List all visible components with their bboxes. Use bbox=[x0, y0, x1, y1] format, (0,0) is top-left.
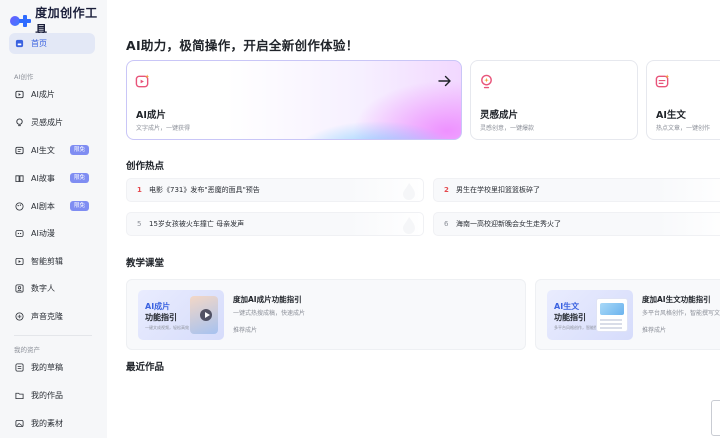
flame-icon bbox=[403, 217, 415, 234]
text-spark-icon bbox=[15, 146, 24, 155]
sidebar-item-my-works[interactable]: 我的作品 bbox=[9, 385, 95, 406]
hot-item[interactable]: 2 男生在学校里扣篮篮板碎了 bbox=[433, 178, 720, 202]
hot-rank: 5 bbox=[137, 220, 142, 228]
palette-icon bbox=[15, 202, 24, 211]
feature-card-ai-text[interactable]: AI生文 热点文章，一键创作 bbox=[646, 60, 720, 140]
play-icon[interactable] bbox=[200, 309, 212, 321]
sidebar-item-label: AI成片 bbox=[31, 90, 55, 99]
hot-item[interactable]: 5 15岁女孩被火车撞亡 母亲发声 bbox=[126, 212, 424, 236]
feature-card-inspiration-video[interactable]: 灵感成片 灵感创意，一键爆款 bbox=[470, 60, 638, 140]
sidebar: 度加创作工具 首页 AI创作 AI成片 灵感成片 AI生文 限免 AI故事 限免… bbox=[0, 0, 107, 438]
hot-rank: 6 bbox=[444, 220, 449, 228]
sidebar-item-ai-text[interactable]: AI生文 限免 bbox=[9, 140, 95, 161]
free-badge: 限免 bbox=[69, 145, 89, 155]
anime-icon bbox=[15, 229, 24, 238]
feature-card-title: AI生文 bbox=[656, 110, 686, 121]
sidebar-item-inspiration-video[interactable]: 灵感成片 bbox=[9, 112, 95, 133]
sidebar-item-label: AI动漫 bbox=[31, 229, 55, 238]
sidebar-section-assets-label: 我的资产 bbox=[14, 346, 40, 354]
hot-item-text: 海南一高校迎新晚会女生走秀火了 bbox=[456, 220, 561, 228]
sidebar-item-ai-anime[interactable]: AI动漫 bbox=[9, 223, 95, 244]
sidebar-item-smart-edit[interactable]: 智能剪辑 bbox=[9, 251, 95, 272]
book-icon bbox=[15, 174, 24, 183]
sidebar-item-ai-story[interactable]: AI故事 限免 bbox=[9, 168, 95, 189]
course-section-title: 教学课堂 bbox=[126, 258, 165, 269]
course-tag: 推荐成片 bbox=[642, 327, 667, 334]
logo-mark-icon bbox=[10, 15, 31, 27]
hot-item-text: 电影《731》发布"恶魔的面具"预告 bbox=[149, 186, 260, 194]
sidebar-item-home[interactable]: 首页 bbox=[9, 33, 95, 54]
phone-outline-icon[interactable] bbox=[711, 400, 720, 436]
sidebar-item-label: 数字人 bbox=[31, 284, 55, 293]
thumb-document-illustration bbox=[596, 298, 628, 332]
sidebar-item-label: 智能剪辑 bbox=[31, 257, 63, 266]
sidebar-item-digital-human[interactable]: 数字人 bbox=[9, 278, 95, 299]
hot-item-text: 男生在学校里扣篮篮板碎了 bbox=[456, 186, 540, 194]
course-subtitle: 一键式热搜成稿，快速成片 bbox=[233, 310, 306, 317]
course-subtitle: 多平台风格创作，智能撰写文章 bbox=[642, 310, 720, 317]
free-badge: 限免 bbox=[69, 173, 89, 183]
sidebar-item-label: 首页 bbox=[31, 39, 47, 48]
avatar-icon bbox=[15, 284, 24, 293]
sidebar-item-label: 灵感成片 bbox=[31, 118, 63, 127]
thumb-line3: 一键文成视频，轻松高效 bbox=[145, 325, 189, 330]
sidebar-item-ai-script[interactable]: AI剧本 限免 bbox=[9, 196, 95, 217]
thumb-line2: 功能指引 bbox=[145, 313, 177, 322]
sidebar-item-my-materials[interactable]: 我的素材 bbox=[9, 413, 95, 434]
sidebar-divider bbox=[14, 335, 92, 336]
home-icon bbox=[15, 39, 24, 48]
bulb-icon bbox=[15, 118, 24, 127]
sidebar-item-my-drafts[interactable]: 我的草稿 bbox=[9, 357, 95, 378]
sidebar-item-label: AI故事 bbox=[31, 174, 55, 183]
feature-card-subtitle: 文字成片，一键获得 bbox=[136, 125, 191, 132]
thumb-line1: AI成片 bbox=[145, 302, 171, 311]
sidebar-item-label: 我的素材 bbox=[31, 419, 63, 428]
sidebar-item-label: 我的作品 bbox=[31, 391, 63, 400]
sidebar-item-label: 我的草稿 bbox=[31, 363, 63, 372]
course-card[interactable]: AI成片 功能指引 一键文成视频，轻松高效 度加AI成片功能指引 一键式热搜成稿… bbox=[126, 279, 526, 350]
arrow-right-icon[interactable] bbox=[438, 75, 452, 87]
hot-section-title: 创作热点 bbox=[126, 161, 165, 172]
text-spark-icon bbox=[655, 74, 670, 88]
course-thumbnail: AI生文 功能指引 多平台风格创作，智能撰写文章 bbox=[547, 290, 633, 340]
feature-card-subtitle: 热点文章，一键创作 bbox=[656, 125, 711, 132]
sidebar-item-label: AI剧本 bbox=[31, 202, 55, 211]
hot-item-text: 15岁女孩被火车撞亡 母亲发声 bbox=[149, 220, 245, 228]
bulb-icon bbox=[481, 74, 492, 89]
free-badge: 限免 bbox=[69, 201, 89, 211]
sidebar-section-ai-label: AI创作 bbox=[14, 73, 34, 81]
course-card[interactable]: AI生文 功能指引 多平台风格创作，智能撰写文章 度加AI生文功能指引 多平台风… bbox=[535, 279, 720, 350]
folder-icon bbox=[15, 391, 24, 400]
course-title: 度加AI生文功能指引 bbox=[642, 295, 711, 304]
sidebar-item-label: AI生文 bbox=[31, 146, 55, 155]
draft-icon bbox=[15, 363, 24, 372]
course-tag: 推荐成片 bbox=[233, 327, 258, 334]
feature-card-subtitle: 灵感创意，一键爆款 bbox=[480, 125, 535, 132]
sidebar-item-voice-clone[interactable]: 声音克隆 bbox=[9, 306, 95, 327]
page-headline: AI助力，极简操作，开启全新创作体验！ bbox=[126, 38, 359, 53]
scissor-icon bbox=[15, 257, 24, 266]
feature-card-title: 灵感成片 bbox=[480, 110, 519, 121]
course-title: 度加AI成片功能指引 bbox=[233, 295, 302, 304]
video-spark-icon bbox=[15, 90, 24, 99]
feature-card-ai-video[interactable]: AI成片 文字成片，一键获得 bbox=[126, 60, 462, 140]
course-thumbnail: AI成片 功能指引 一键文成视频，轻松高效 bbox=[138, 290, 224, 340]
thumb-line1: AI生文 bbox=[554, 302, 580, 311]
video-spark-icon bbox=[135, 74, 150, 88]
image-icon bbox=[15, 419, 24, 428]
voice-icon bbox=[15, 312, 24, 321]
hot-item[interactable]: 6 海南一高校迎新晚会女生走秀火了 bbox=[433, 212, 720, 236]
thumb-line2: 功能指引 bbox=[554, 313, 586, 322]
recent-section-title: 最近作品 bbox=[126, 362, 165, 373]
hot-item[interactable]: 1 电影《731》发布"恶魔的面具"预告 bbox=[126, 178, 424, 202]
sidebar-item-label: 声音克隆 bbox=[31, 312, 63, 321]
hot-rank: 1 bbox=[137, 186, 142, 194]
feature-card-title: AI成片 bbox=[136, 110, 166, 121]
hot-rank: 2 bbox=[444, 186, 449, 194]
sidebar-item-ai-video[interactable]: AI成片 bbox=[9, 84, 95, 105]
flame-icon bbox=[403, 183, 415, 200]
